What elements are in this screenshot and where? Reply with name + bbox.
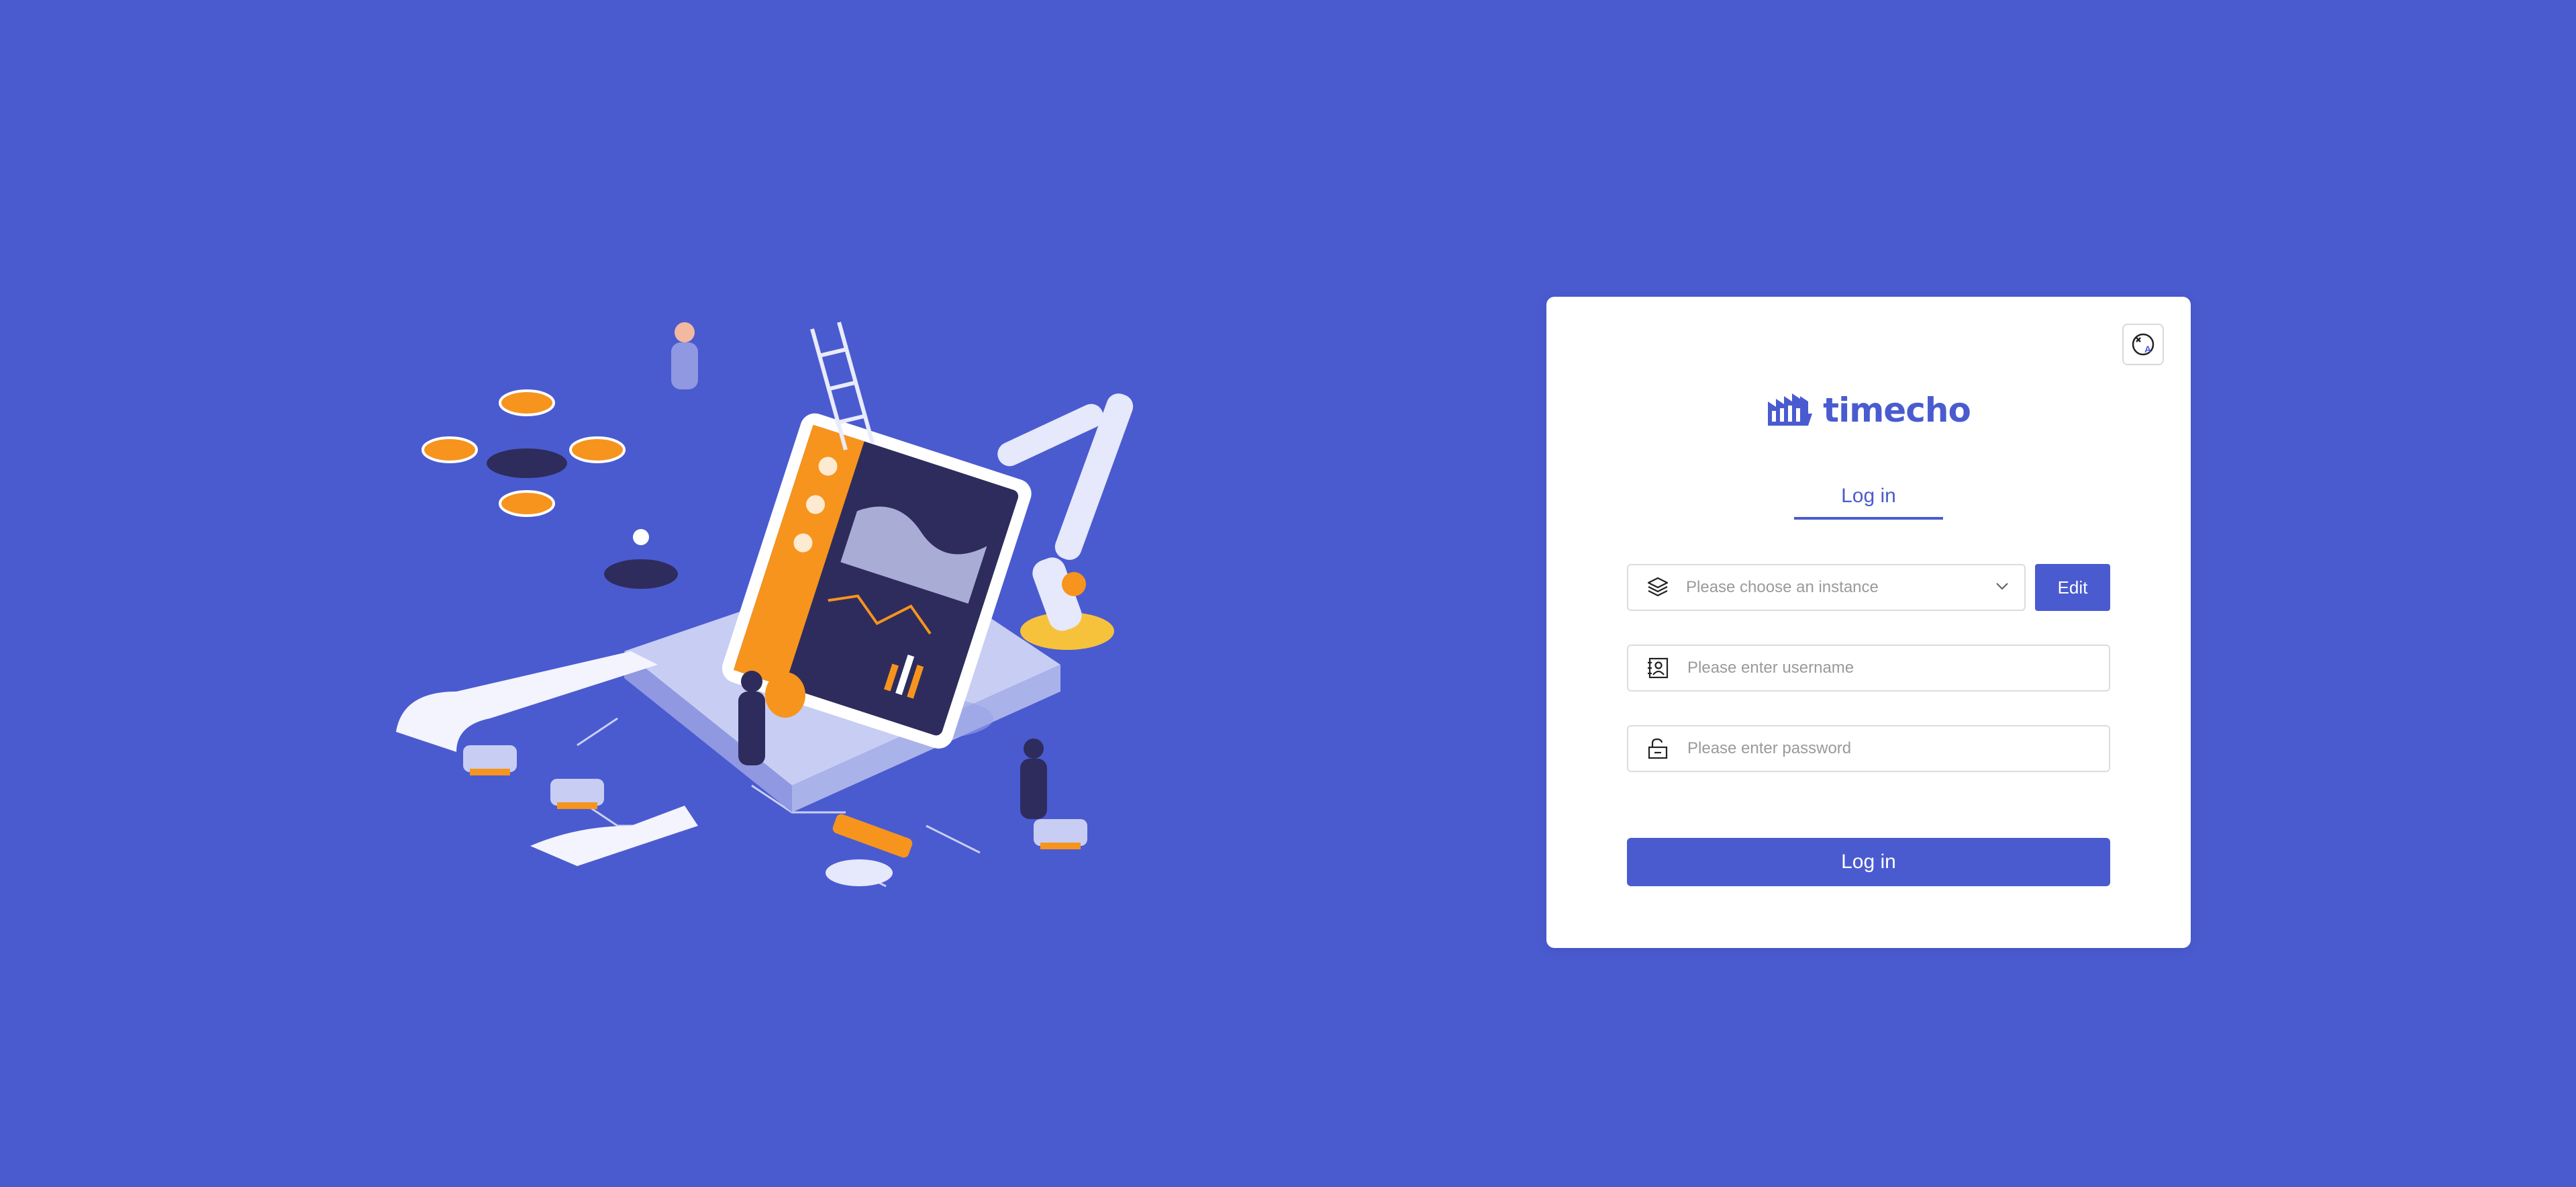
password-field[interactable] xyxy=(1627,725,2110,772)
edit-instance-button[interactable]: Edit xyxy=(2035,564,2110,611)
username-input[interactable] xyxy=(1686,658,2109,678)
translate-icon: A xyxy=(2132,333,2154,356)
password-input[interactable] xyxy=(1686,739,2109,759)
chevron-down-icon xyxy=(1993,577,2011,598)
login-card: A timecho Log in Please choose an instan… xyxy=(1546,297,2191,948)
brand-logo: timecho xyxy=(1546,391,2191,430)
language-switch-button[interactable]: A xyxy=(2122,324,2164,365)
layers-icon xyxy=(1642,571,1674,604)
instance-placeholder: Please choose an instance xyxy=(1686,578,1879,596)
hero-illustration xyxy=(396,322,1134,888)
username-field[interactable] xyxy=(1627,645,2110,692)
login-page: A timecho Log in Please choose an instan… xyxy=(0,0,2576,1187)
svg-text:A: A xyxy=(2144,344,2151,354)
brand-name: timecho xyxy=(1823,391,1971,430)
login-submit-button[interactable]: Log in xyxy=(1627,838,2110,886)
tab-log-in[interactable]: Log in xyxy=(1794,485,1943,520)
login-tabs: Log in xyxy=(1546,485,2191,520)
user-card-icon xyxy=(1642,652,1674,684)
instance-select[interactable]: Please choose an instance xyxy=(1627,564,2026,611)
logo-icon xyxy=(1768,393,1813,426)
unlock-icon xyxy=(1642,732,1674,765)
